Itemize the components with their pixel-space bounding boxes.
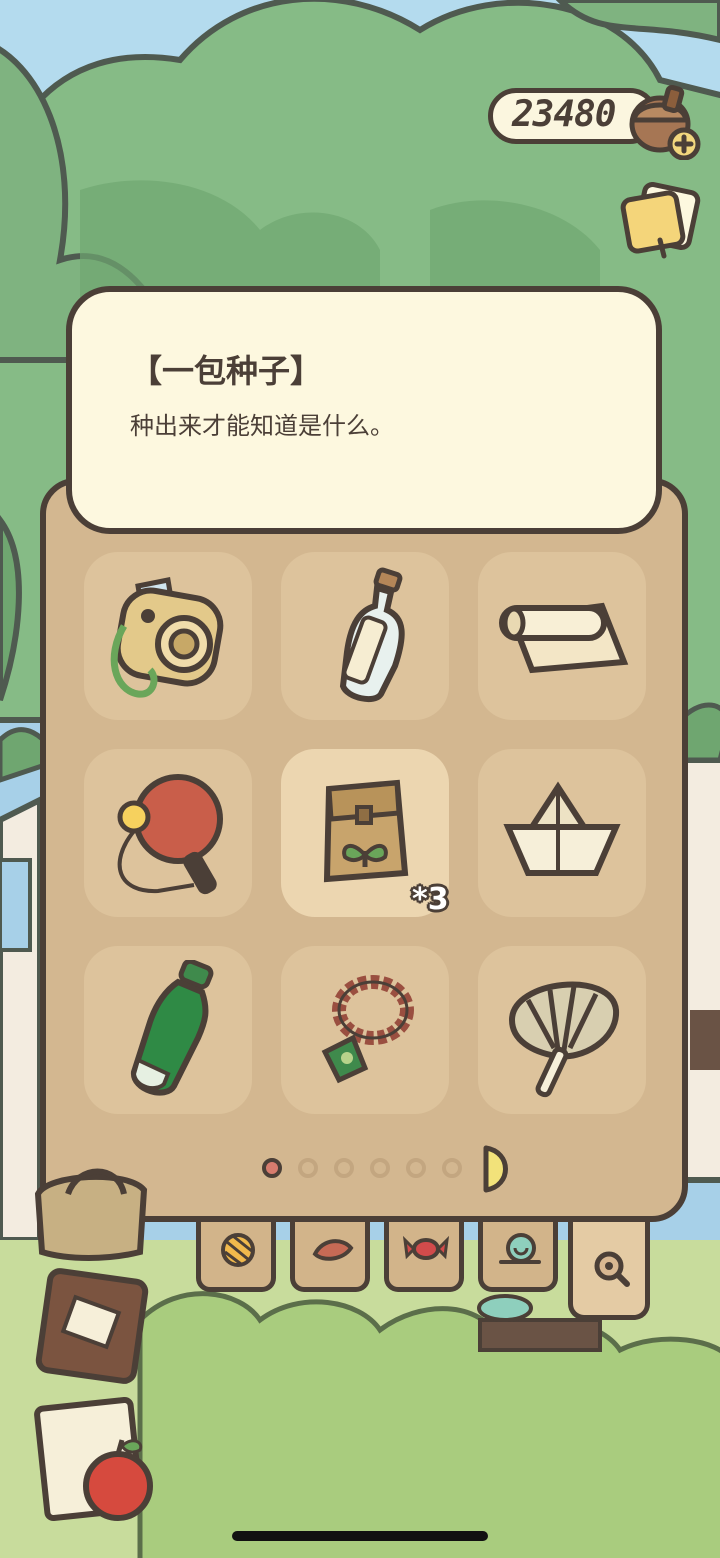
- snail-icon: [499, 1233, 541, 1264]
- item-description-box: 【一包种子】 种出来才能知道是什么。: [66, 286, 662, 534]
- clover-count-text: 23480: [512, 94, 616, 135]
- bottle-icon: [339, 567, 405, 703]
- next-page-arrow-icon[interactable]: [482, 1144, 512, 1194]
- inventory-slot-paddle[interactable]: [84, 749, 252, 917]
- inventory-slot-charm[interactable]: [281, 946, 449, 1114]
- page-dot-1[interactable]: [262, 1158, 282, 1178]
- paper-boat-icon: [503, 781, 621, 876]
- scroll-icon: [499, 602, 629, 674]
- page-dot-6[interactable]: [442, 1158, 462, 1178]
- item-title: 【一包种子】: [130, 352, 323, 390]
- inventory-slot-fan[interactable]: [478, 946, 646, 1114]
- camera-icon: [110, 577, 224, 698]
- inventory-slot-soda-bottle[interactable]: [84, 946, 252, 1114]
- backpack-icon: [34, 1173, 148, 1261]
- candy-icon: [402, 1235, 450, 1260]
- inventory-slot-camera[interactable]: [84, 552, 252, 720]
- inventory-slot-scroll[interactable]: [478, 552, 646, 720]
- page-dot-3[interactable]: [334, 1158, 354, 1178]
- page-dot-5[interactable]: [406, 1158, 426, 1178]
- tab-yarn[interactable]: [196, 1216, 276, 1292]
- inventory-slot-bottle[interactable]: [281, 552, 449, 720]
- tab-snail[interactable]: [478, 1216, 558, 1292]
- inventory-slot-paper-boat[interactable]: [478, 749, 646, 917]
- left-item-stack: [34, 1168, 153, 1522]
- tab-leaf[interactable]: [290, 1216, 370, 1292]
- seed-pack-count: *3: [412, 882, 449, 917]
- acorn-icon[interactable]: [622, 80, 702, 160]
- notes-icon[interactable]: [620, 182, 704, 260]
- search-icon: [594, 1251, 630, 1287]
- apple-icon: [83, 1451, 153, 1521]
- item-description: 种出来才能知道是什么。: [130, 412, 394, 440]
- soda-bottle-icon: [131, 960, 214, 1096]
- fan-icon: [508, 981, 620, 1098]
- leaf-icon: [312, 1239, 354, 1261]
- page-dot-4[interactable]: [370, 1158, 390, 1178]
- home-indicator[interactable]: [232, 1531, 488, 1541]
- charm-icon: [321, 975, 414, 1084]
- tab-candy[interactable]: [384, 1216, 464, 1292]
- yarn-icon: [221, 1233, 255, 1267]
- tab-search[interactable]: [568, 1216, 650, 1320]
- page-dot-2[interactable]: [298, 1158, 318, 1178]
- paddle-icon: [117, 774, 223, 895]
